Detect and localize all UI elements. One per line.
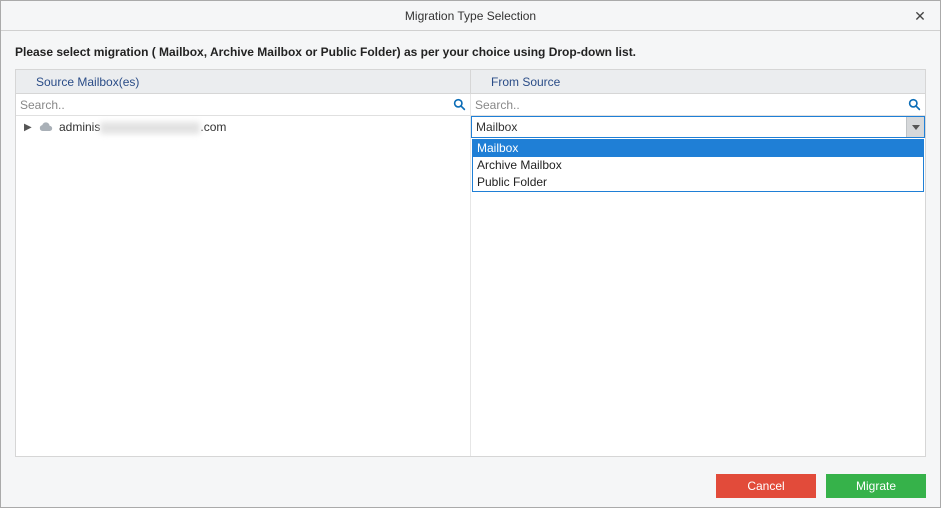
combobox-dropdown-list: Mailbox Archive Mailbox Public Folder xyxy=(472,139,924,192)
close-button[interactable]: ✕ xyxy=(900,1,940,31)
window-title: Migration Type Selection xyxy=(1,9,940,23)
body-area: ▶ adminis .com Mailbox Mailbox xyxy=(16,116,925,456)
header-from-source: From Source xyxy=(471,70,925,94)
dropdown-option-mailbox[interactable]: Mailbox xyxy=(473,140,923,157)
instruction-text: Please select migration ( Mailbox, Archi… xyxy=(7,41,934,69)
search-icon-left[interactable] xyxy=(450,98,468,111)
dropdown-option-archive-mailbox[interactable]: Archive Mailbox xyxy=(473,157,923,174)
column-headers: Source Mailbox(es) From Source xyxy=(16,70,925,94)
source-mailboxes-column: ▶ adminis .com xyxy=(16,116,471,456)
search-left-cell xyxy=(16,94,471,115)
migrate-button[interactable]: Migrate xyxy=(826,474,926,498)
footer: Cancel Migrate xyxy=(1,465,940,507)
search-row xyxy=(16,94,925,116)
content-area: Please select migration ( Mailbox, Archi… xyxy=(1,31,940,465)
search-input-right[interactable] xyxy=(473,98,905,112)
chevron-down-icon xyxy=(912,125,920,130)
from-source-column: Mailbox Mailbox Archive Mailbox Public F… xyxy=(471,116,925,456)
combobox-dropdown-button[interactable] xyxy=(906,117,924,137)
search-icon-right[interactable] xyxy=(905,98,923,111)
tree-item-admin[interactable]: ▶ adminis .com xyxy=(16,116,470,138)
redacted-segment xyxy=(100,122,200,134)
chevron-right-icon[interactable]: ▶ xyxy=(24,122,32,133)
tree-item-prefix: adminis xyxy=(59,120,100,134)
search-input-left[interactable] xyxy=(18,98,450,112)
main-panel: Source Mailbox(es) From Source ▶ xyxy=(15,69,926,457)
cloud-icon xyxy=(38,120,53,135)
search-right-cell xyxy=(471,94,925,115)
tree-item-suffix: .com xyxy=(200,120,226,134)
close-icon: ✕ xyxy=(914,8,926,25)
tree-item-label: adminis .com xyxy=(59,120,226,134)
cancel-button[interactable]: Cancel xyxy=(716,474,816,498)
header-source-mailboxes: Source Mailbox(es) xyxy=(16,70,471,94)
combobox-selected-text: Mailbox xyxy=(472,120,906,134)
title-bar: Migration Type Selection ✕ xyxy=(1,1,940,31)
dropdown-option-public-folder[interactable]: Public Folder xyxy=(473,174,923,191)
migration-type-combobox[interactable]: Mailbox Mailbox Archive Mailbox Public F… xyxy=(471,116,925,138)
